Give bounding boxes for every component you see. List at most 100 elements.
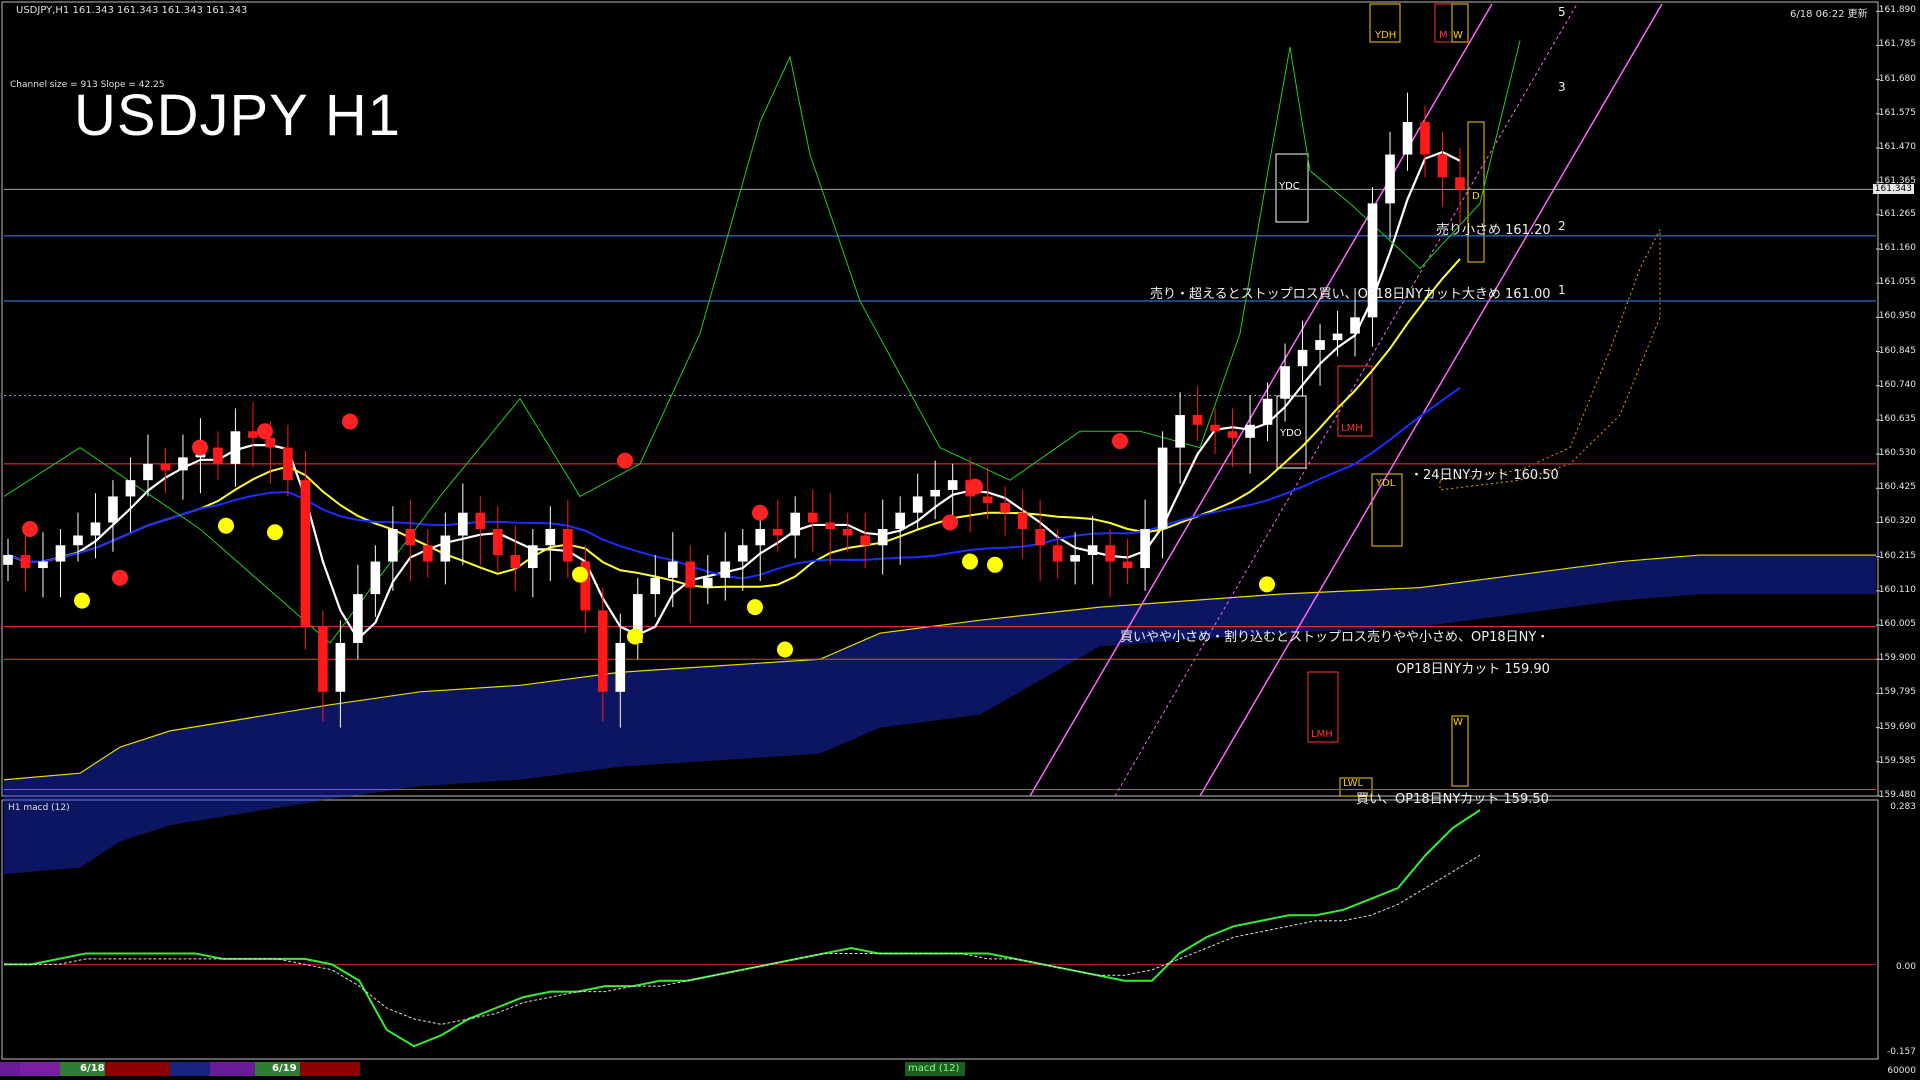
fractal-marker [218,517,234,534]
fractal-marker [777,641,793,658]
macd-panel [4,809,1876,1048]
candle-body [1210,424,1220,432]
candle-body [1087,545,1098,556]
fractal-marker [967,478,983,495]
macd-axis-zero: 0.00 [1895,962,1916,972]
candle-body [230,431,241,464]
chart-title: USDJPY H1 [74,83,402,148]
level-label-160-50: ・24日NYカット 160.50 [1410,468,1559,483]
candle-body [388,528,398,562]
candle-body [1245,424,1255,438]
fractal-marker [962,553,978,570]
candle-body [667,561,678,578]
price-axis-label: 161.265 [1878,208,1916,219]
macd-signal-line [4,854,1481,1025]
candle-body [1297,349,1308,367]
candle-body [1315,340,1325,350]
candle-body [1192,415,1203,425]
price-axis-label: 160.425 [1878,482,1916,493]
candle-body [1000,502,1010,513]
candle-body [73,535,83,546]
price-axis-label: 160.005 [1878,619,1916,630]
price-axis-label: 160.215 [1878,550,1916,561]
candle-body [562,528,573,562]
candle-body [1280,366,1290,399]
candle-body [423,545,433,562]
tag-ydo: YDO [1280,428,1302,439]
candle-body [1052,545,1063,562]
fractal-marker [617,452,633,469]
candle-body [947,480,958,490]
candle-body [1385,154,1395,204]
candle-body [440,535,451,562]
macd-axis-top: 0.283 [1890,802,1916,812]
price-axis-label: 161.470 [1878,142,1916,153]
ma-blue-line [7,386,1461,580]
candle-body [1420,121,1430,155]
candle-body [807,512,818,523]
candle-body [982,496,993,503]
price-axis-label: 159.900 [1878,653,1916,664]
candle-body [1175,415,1185,448]
candle-body [213,447,223,464]
fractal-marker [22,520,38,537]
price-axis-label: 161.680 [1878,73,1916,84]
macd-panel-border [1,799,1879,1060]
candle-body [1437,154,1448,178]
level-number-1: 1 [1558,283,1566,297]
fractal-marker [342,413,358,430]
fractal-marker [747,599,763,616]
fractal-marker [627,628,643,645]
candle-body [300,480,311,627]
date-tag-6-18: 6/18 [80,1063,105,1074]
price-axis-label: 161.785 [1878,39,1916,50]
price-axis-label: 160.320 [1878,516,1916,527]
ma-yellow-line [7,258,1461,589]
candle-body [1070,555,1080,562]
candle-body [38,561,48,569]
candle-body [1157,447,1168,529]
price-axis-label: 159.690 [1878,721,1916,732]
candle-body [475,512,486,529]
candle-body [615,642,626,692]
candle-body [737,545,748,562]
tag-w: W [1453,30,1463,41]
candle-body [405,528,416,546]
candle-body [860,535,871,546]
candle-body [895,512,906,529]
candle-body [685,561,696,588]
chart-canvas[interactable] [0,0,1920,1080]
candle-body [877,528,888,546]
candle-body [178,457,188,471]
candle-body [1350,317,1360,334]
price-axis-label: 160.950 [1878,311,1916,322]
ichimoku-cloud [3,229,1876,875]
level-number-2: 2 [1558,219,1566,233]
candle-body [825,522,836,529]
candle-body [1402,121,1413,155]
candle-body [1035,528,1045,546]
channel-number-5: 5 [1558,5,1566,19]
price-axis-label: 159.795 [1878,687,1916,698]
price-axis-label: 161.055 [1878,277,1916,288]
tag-w-lower: W [1453,717,1463,728]
fractal-marker [987,556,1003,573]
price-axis-label: 160.530 [1878,448,1916,459]
candle-body [335,642,346,692]
tag-lmh: LMH [1341,423,1363,434]
candle-body [528,545,538,569]
candle-body [790,512,801,536]
channel-number-3: 3 [1558,80,1566,94]
candle-body [493,528,503,556]
fractal-marker [1259,576,1275,593]
level-label-159-90: OP18日NYカット 159.90 [1396,662,1550,677]
price-axis-label: 160.635 [1878,413,1916,424]
tag-m: M [1439,30,1448,41]
candle-body [720,561,731,578]
candle-body [125,480,136,497]
fractal-marker [942,514,958,531]
candle-body [143,463,153,481]
current-price-flag: 161.343 [1872,184,1914,194]
candle-body [1017,512,1028,529]
candle-body [545,528,556,546]
